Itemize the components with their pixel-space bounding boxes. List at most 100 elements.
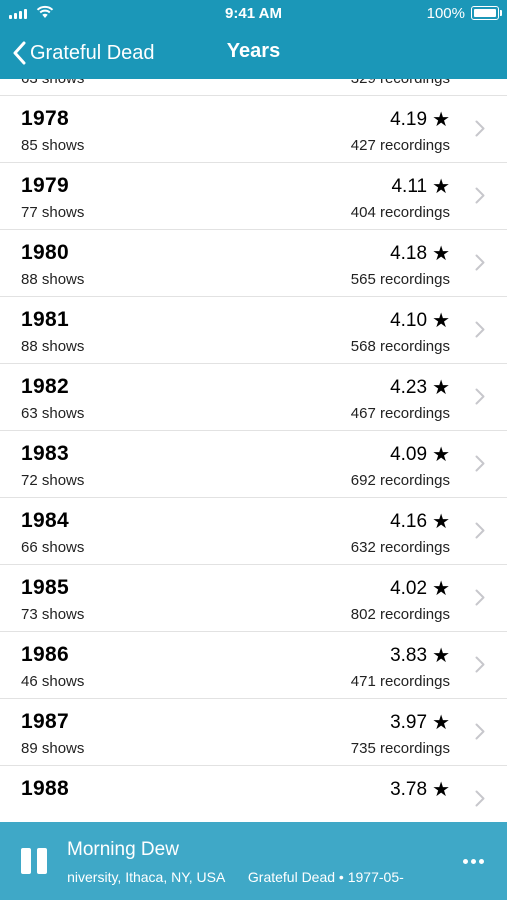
chevron-right-icon (475, 187, 485, 204)
recording-count: 329 recordings (351, 79, 450, 87)
year-label: 1979 (21, 174, 69, 197)
rating-value: 4.19 (390, 108, 428, 130)
rating-value: 4.16 (390, 510, 428, 532)
page-title: Years (226, 40, 281, 62)
show-count: 85 shows (21, 137, 85, 154)
show-count: 63 shows (21, 405, 85, 422)
year-label: 1988 (21, 777, 69, 800)
year-label: 1984 (21, 509, 69, 532)
star-icon: ★ (432, 779, 450, 801)
rating: 4.16 ★ (390, 509, 450, 534)
rating-value: 3.97 (390, 711, 428, 733)
rating-value: 4.11 (391, 175, 428, 197)
rating: 3.97 ★ (390, 710, 450, 735)
chevron-right-icon (475, 656, 485, 673)
year-label: 1987 (21, 710, 69, 733)
chevron-right-icon (475, 522, 485, 539)
more-button[interactable] (463, 859, 484, 864)
years-list[interactable]: 197763 shows4.45★329 recordings 1978 85 sh… (0, 79, 507, 822)
battery-icon (471, 6, 502, 20)
pause-icon (21, 848, 31, 874)
recording-count: 692 recordings (350, 472, 450, 489)
recording-count: 632 recordings (350, 539, 450, 556)
year-row[interactable]: 1982 63 shows 4.23 ★ 467 recordings (0, 364, 507, 431)
year-label: 1985 (21, 576, 69, 599)
show-count: 66 shows (21, 539, 85, 556)
star-icon: ★ (432, 511, 450, 533)
show-count: 77 shows (21, 204, 85, 221)
rating: 4.02 ★ (390, 576, 450, 601)
year-row[interactable]: 1985 73 shows 4.02 ★ 802 recordings (0, 565, 507, 632)
year-label: 1978 (21, 107, 69, 130)
rating-value: 3.78 (390, 778, 428, 800)
recording-count: 467 recordings (350, 405, 450, 422)
recording-count: 802 recordings (350, 606, 450, 623)
year-label: 1980 (21, 241, 69, 264)
rating-value: 3.83 (390, 644, 428, 666)
show-count: 72 shows (21, 472, 85, 489)
star-icon: ★ (432, 645, 450, 667)
chevron-right-icon (475, 120, 485, 137)
chevron-right-icon (475, 790, 485, 807)
recording-count: 565 recordings (350, 271, 450, 288)
year-row[interactable]: 1988 3.78 ★ (0, 766, 507, 822)
year-row[interactable]: 1978 85 shows 4.19 ★ 427 recordings (0, 96, 507, 163)
rating: 3.83 ★ (390, 643, 450, 668)
recording-count: 735 recordings (350, 740, 450, 757)
show-count: 89 shows (21, 740, 85, 757)
chevron-right-icon (475, 388, 485, 405)
chevron-right-icon (475, 321, 485, 338)
rating: 4.18 ★ (390, 241, 450, 266)
recording-count: 404 recordings (350, 204, 450, 221)
chevron-right-icon (475, 723, 485, 740)
star-icon: ★ (432, 712, 450, 734)
year-label: 1983 (21, 442, 69, 465)
chevron-right-icon (475, 589, 485, 606)
rating-value: 4.23 (390, 376, 428, 398)
track-title: Morning Dew (67, 839, 179, 860)
more-icon (471, 859, 476, 864)
show-count: 88 shows (21, 338, 85, 355)
year-row[interactable]: 1983 72 shows 4.09 ★ 692 recordings (0, 431, 507, 498)
show-count: 63 shows (21, 79, 84, 87)
now-playing-bar[interactable]: Morning Dew University, Ithaca, NY, USA … (0, 822, 507, 900)
more-icon (463, 859, 468, 864)
star-icon: ★ (432, 176, 450, 198)
star-icon: ★ (432, 243, 450, 265)
star-icon: ★ (432, 377, 450, 399)
status-bar: 9:41 AM 100% (0, 0, 507, 28)
rating: 4.19 ★ (390, 107, 450, 132)
year-row[interactable]: 1986 46 shows 3.83 ★ 471 recordings (0, 632, 507, 699)
pause-button[interactable] (21, 848, 47, 874)
rating: 4.09 ★ (390, 442, 450, 467)
track-subtitle-text: University, Ithaca, NY, USA Grateful Dea… (67, 869, 404, 885)
rating: 4.10 ★ (390, 308, 450, 333)
rating: 4.23 ★ (390, 375, 450, 400)
chevron-right-icon (475, 254, 485, 271)
year-row[interactable]: 1984 66 shows 4.16 ★ 632 recordings (0, 498, 507, 565)
year-row[interactable]: 197763 shows4.45★329 recordings (0, 79, 507, 96)
rating-value: 4.10 (390, 309, 428, 331)
years-rows: 197763 shows4.45★329 recordings 1978 85 sh… (0, 79, 507, 822)
rating-value: 4.02 (390, 577, 428, 599)
recording-count: 427 recordings (350, 137, 450, 154)
nav-bar: Grateful Dead Years (0, 28, 507, 79)
top-bar: 9:41 AM 100% Grateful Dead Years (0, 0, 507, 79)
star-icon: ★ (432, 578, 450, 600)
year-row[interactable]: 1987 89 shows 3.97 ★ 735 recordings (0, 699, 507, 766)
show-count: 73 shows (21, 606, 85, 623)
rating: 3.78 ★ (390, 777, 450, 802)
show-count: 88 shows (21, 271, 85, 288)
star-icon: ★ (432, 310, 450, 332)
rating-value: 4.09 (390, 443, 428, 465)
star-icon: ★ (432, 444, 450, 466)
year-row[interactable]: 1980 88 shows 4.18 ★ 565 recordings (0, 230, 507, 297)
recording-count: 568 recordings (350, 338, 450, 355)
star-icon: ★ (432, 109, 450, 131)
year-label: 1986 (21, 643, 69, 666)
track-subtitle: University, Ithaca, NY, USA Grateful Dea… (67, 869, 442, 885)
year-row[interactable]: 1981 88 shows 4.10 ★ 568 recordings (0, 297, 507, 364)
year-row[interactable]: 1979 77 shows 4.11 ★ 404 recordings (0, 163, 507, 230)
more-icon (479, 859, 484, 864)
rating: 4.11 ★ (391, 174, 450, 199)
